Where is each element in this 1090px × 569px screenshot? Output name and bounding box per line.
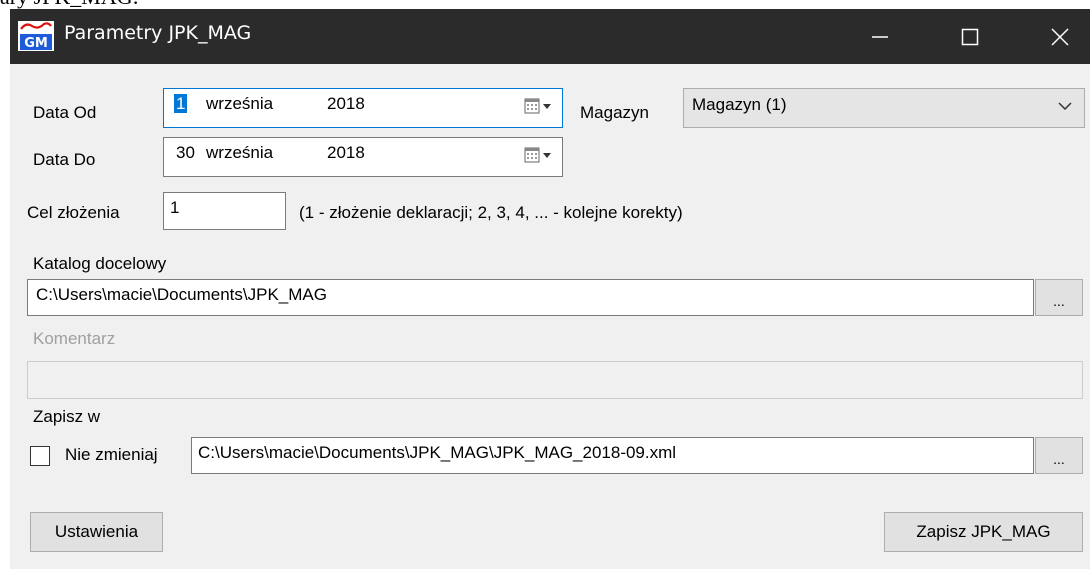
comment-input[interactable] [27, 361, 1083, 399]
calendar-dropdown-icon[interactable] [524, 146, 554, 164]
maximize-button[interactable] [925, 9, 1015, 64]
date-to-day[interactable]: 30 [176, 143, 195, 163]
calendar-dropdown-icon[interactable] [524, 97, 554, 115]
close-icon [1051, 27, 1069, 46]
browse-target-dir-button[interactable]: ... [1035, 279, 1083, 316]
purpose-hint: (1 - złożenie deklaracji; 2, 3, 4, ... -… [299, 203, 683, 222]
warehouse-select-value: Magazyn (1) [692, 95, 787, 114]
close-button[interactable] [1015, 9, 1090, 64]
no-change-label[interactable]: Nie zmieniaj [65, 445, 158, 465]
save-path-value: C:\Users\macie\Documents\JPK_MAG\JPK_MAG… [198, 443, 677, 462]
dialog-window: GM Parametry JPK_MAG Data Od 1 września … [10, 9, 1090, 569]
date-from-day[interactable]: 1 [174, 94, 188, 113]
save-in-label: Zapisz w [33, 407, 101, 426]
browse-save-path-button[interactable]: ... [1035, 437, 1083, 474]
date-to-year[interactable]: 2018 [327, 143, 365, 163]
svg-text:GM: GM [24, 36, 48, 51]
window-title: Parametry JPK_MAG [64, 22, 252, 44]
date-from-label: Data Od [33, 103, 97, 122]
date-to-picker[interactable]: 30 września 2018 [163, 137, 563, 177]
date-to-month[interactable]: września [206, 143, 273, 163]
no-change-checkbox[interactable] [30, 446, 50, 466]
minimize-button[interactable] [835, 9, 925, 64]
gm-app-icon: GM [18, 21, 54, 51]
chevron-down-icon [1058, 102, 1072, 111]
date-from-picker[interactable]: 1 września 2018 [163, 88, 563, 128]
purpose-label: Cel złożenia [27, 203, 120, 222]
target-dir-label: Katalog docelowy [33, 254, 167, 273]
warehouse-label: Magazyn [580, 103, 649, 122]
date-from-month[interactable]: września [206, 94, 273, 114]
maximize-icon [961, 28, 979, 45]
comment-label: Komentarz [33, 329, 116, 348]
settings-button[interactable]: Ustawienia [30, 512, 163, 552]
target-dir-input[interactable]: C:\Users\macie\Documents\JPK_MAG [27, 279, 1034, 316]
minimize-icon [872, 35, 888, 38]
date-from-year[interactable]: 2018 [327, 94, 365, 114]
warehouse-select[interactable]: Magazyn (1) [683, 88, 1085, 128]
purpose-input[interactable]: 1 [163, 192, 286, 230]
save-path-input[interactable]: C:\Users\macie\Documents\JPK_MAG\JPK_MAG… [191, 437, 1034, 474]
target-dir-value: C:\Users\macie\Documents\JPK_MAG [36, 285, 327, 304]
purpose-input-value: 1 [170, 198, 180, 217]
save-jpk-mag-button[interactable]: Zapisz JPK_MAG [884, 512, 1083, 552]
title-bar[interactable]: GM Parametry JPK_MAG [10, 9, 1090, 64]
date-to-label: Data Do [33, 150, 96, 169]
